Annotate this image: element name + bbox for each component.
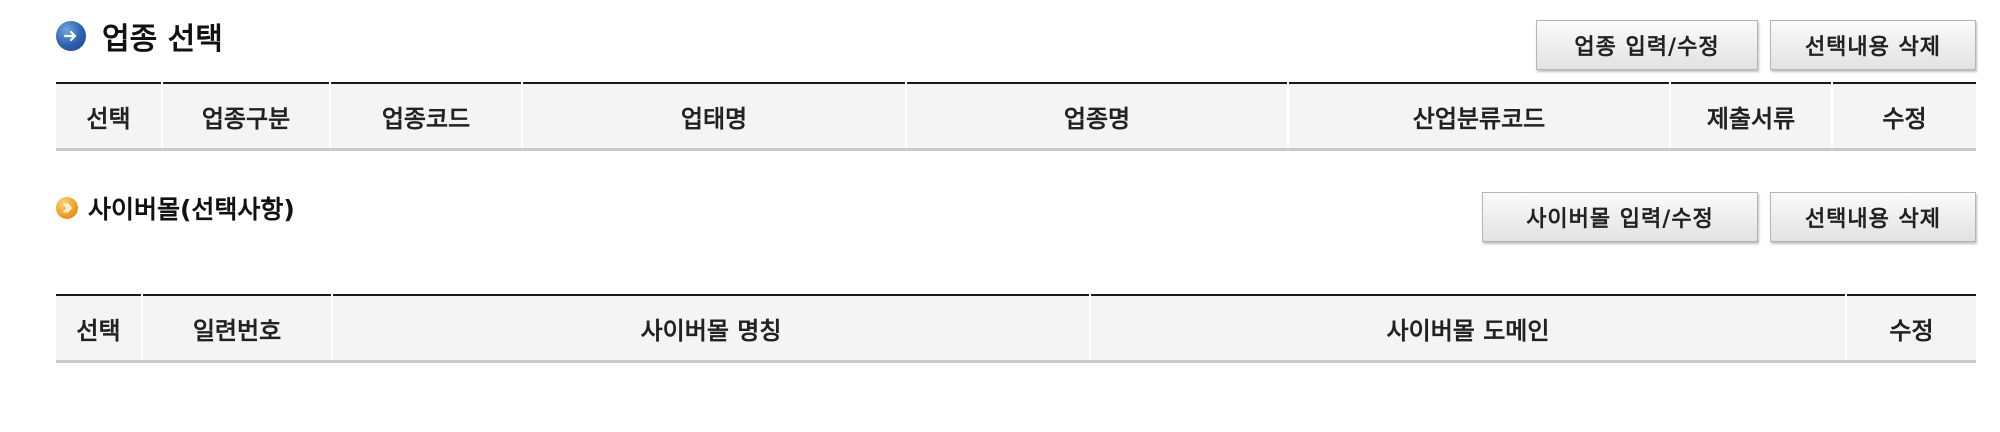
business-type-table: 선택 업종구분 업종코드 업태명 업종명 산업분류코드 제출서류 수정 [56,82,1976,151]
cybermall-edit-button[interactable]: 사이버몰 입력/수정 [1482,192,1758,242]
column-header-select[interactable]: 선택 [56,295,142,362]
column-header-business-category[interactable]: 업종구분 [161,83,330,150]
column-header-serial-number[interactable]: 일련번호 [141,295,332,362]
chevron-right-circle-icon [56,197,78,219]
business-type-delete-button[interactable]: 선택내용 삭제 [1770,20,1976,70]
table-header-row: 선택 일련번호 사이버몰 명칭 사이버몰 도메인 수정 [56,295,1976,362]
business-type-edit-button[interactable]: 업종 입력/수정 [1536,20,1758,70]
section-title-text: 업종 선택 [102,22,223,57]
column-header-edit[interactable]: 수정 [1831,83,1976,150]
column-header-cybermall-domain[interactable]: 사이버몰 도메인 [1089,295,1846,362]
section-title-business-type: 업종 선택 [56,14,223,58]
cybermall-table: 선택 일련번호 사이버몰 명칭 사이버몰 도메인 수정 [56,294,1976,363]
cybermall-delete-button[interactable]: 선택내용 삭제 [1770,192,1976,242]
column-header-documents[interactable]: 제출서류 [1669,83,1832,150]
column-header-business-code[interactable]: 업종코드 [329,83,522,150]
column-header-select[interactable]: 선택 [56,83,162,150]
page: 업종 선택 업종 입력/수정 선택내용 삭제 선택 업종구분 업종코드 업태명 … [0,0,2000,432]
column-header-cybermall-name[interactable]: 사이버몰 명칭 [331,295,1090,362]
column-header-business-status-name[interactable]: 업태명 [521,83,906,150]
column-header-edit[interactable]: 수정 [1845,295,1976,362]
section-title-cybermall: 사이버몰(선택사항) [56,190,295,226]
column-header-business-type-name[interactable]: 업종명 [905,83,1288,150]
arrow-right-circle-icon [56,21,86,51]
column-header-industry-code[interactable]: 산업분류코드 [1287,83,1670,150]
table-header-row: 선택 업종구분 업종코드 업태명 업종명 산업분류코드 제출서류 수정 [56,83,1976,150]
section-title-text: 사이버몰(선택사항) [88,195,295,224]
